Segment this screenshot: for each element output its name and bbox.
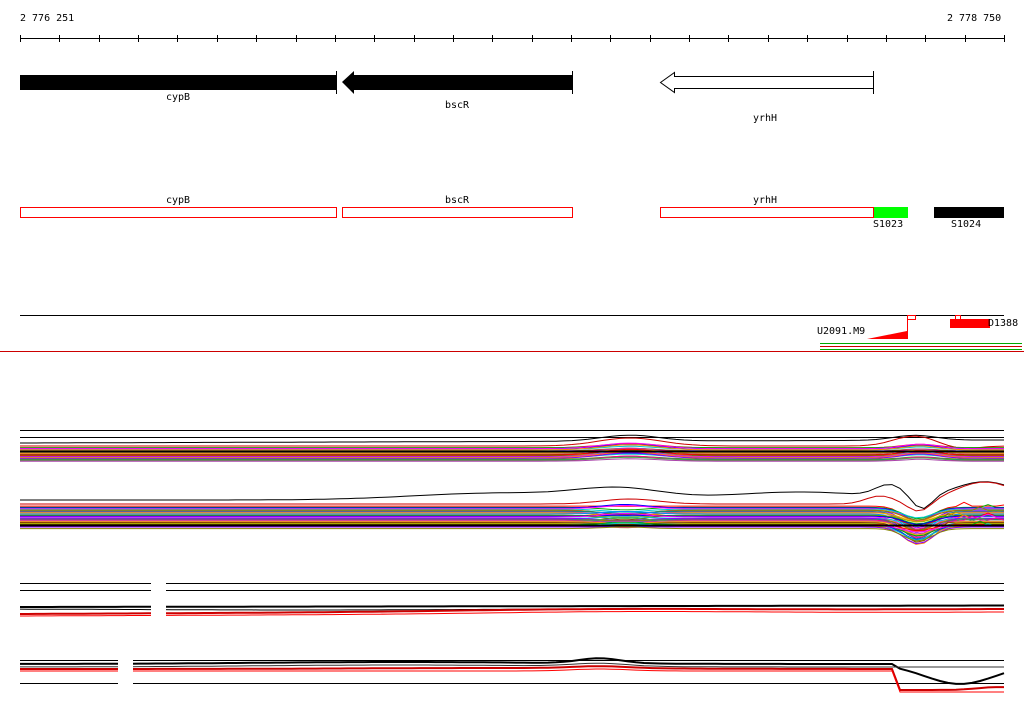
panel-4-gap xyxy=(118,655,133,687)
feature-label-bscr[interactable]: bscR xyxy=(445,195,469,207)
segment-box-s1024[interactable] xyxy=(934,207,1004,218)
profile-line xyxy=(20,604,1004,608)
transcript-label-d1388[interactable]: D1388 xyxy=(988,318,1018,330)
genome-browser-canvas xyxy=(0,35,1024,693)
profile-line xyxy=(20,434,1004,444)
segment-box-s1023[interactable] xyxy=(874,207,908,218)
feature-label-cypb[interactable]: cypB xyxy=(166,195,190,207)
segment-label-s1024[interactable]: S1024 xyxy=(951,219,981,231)
gene-label-yrhh[interactable]: yrhH xyxy=(753,113,777,125)
panel-3-gap xyxy=(151,578,166,620)
segment-label-s1023[interactable]: S1023 xyxy=(873,219,903,231)
gene-arrow-yrhh[interactable] xyxy=(659,71,874,94)
gene-label-cypb[interactable]: cypB xyxy=(166,92,190,104)
transcript-label-u2091[interactable]: U2091.M9 xyxy=(817,326,865,338)
feature-box-cypb[interactable] xyxy=(20,207,337,218)
coordinate-start-label: 2 776 251 xyxy=(20,13,75,24)
feature-box-yrhh[interactable] xyxy=(660,207,874,218)
transcript-marker xyxy=(907,315,916,320)
profile-line xyxy=(20,668,1004,693)
gene-body-cypb[interactable] xyxy=(20,75,336,90)
gene-label-bscr[interactable]: bscR xyxy=(445,100,469,112)
profile-line xyxy=(20,526,1004,545)
feature-box-bscr[interactable] xyxy=(342,207,573,218)
transcript-marker xyxy=(955,315,961,320)
profile-line xyxy=(20,665,1004,691)
coordinate-end-label: 2 778 750 xyxy=(947,13,1002,24)
gene-arrow-bscr[interactable] xyxy=(342,71,572,94)
transcript-block-d1388[interactable] xyxy=(950,319,990,328)
transcript-peak-u2091[interactable] xyxy=(867,331,907,339)
profile-line xyxy=(20,526,1004,542)
feature-label-yrhh[interactable]: yrhH xyxy=(753,195,777,207)
